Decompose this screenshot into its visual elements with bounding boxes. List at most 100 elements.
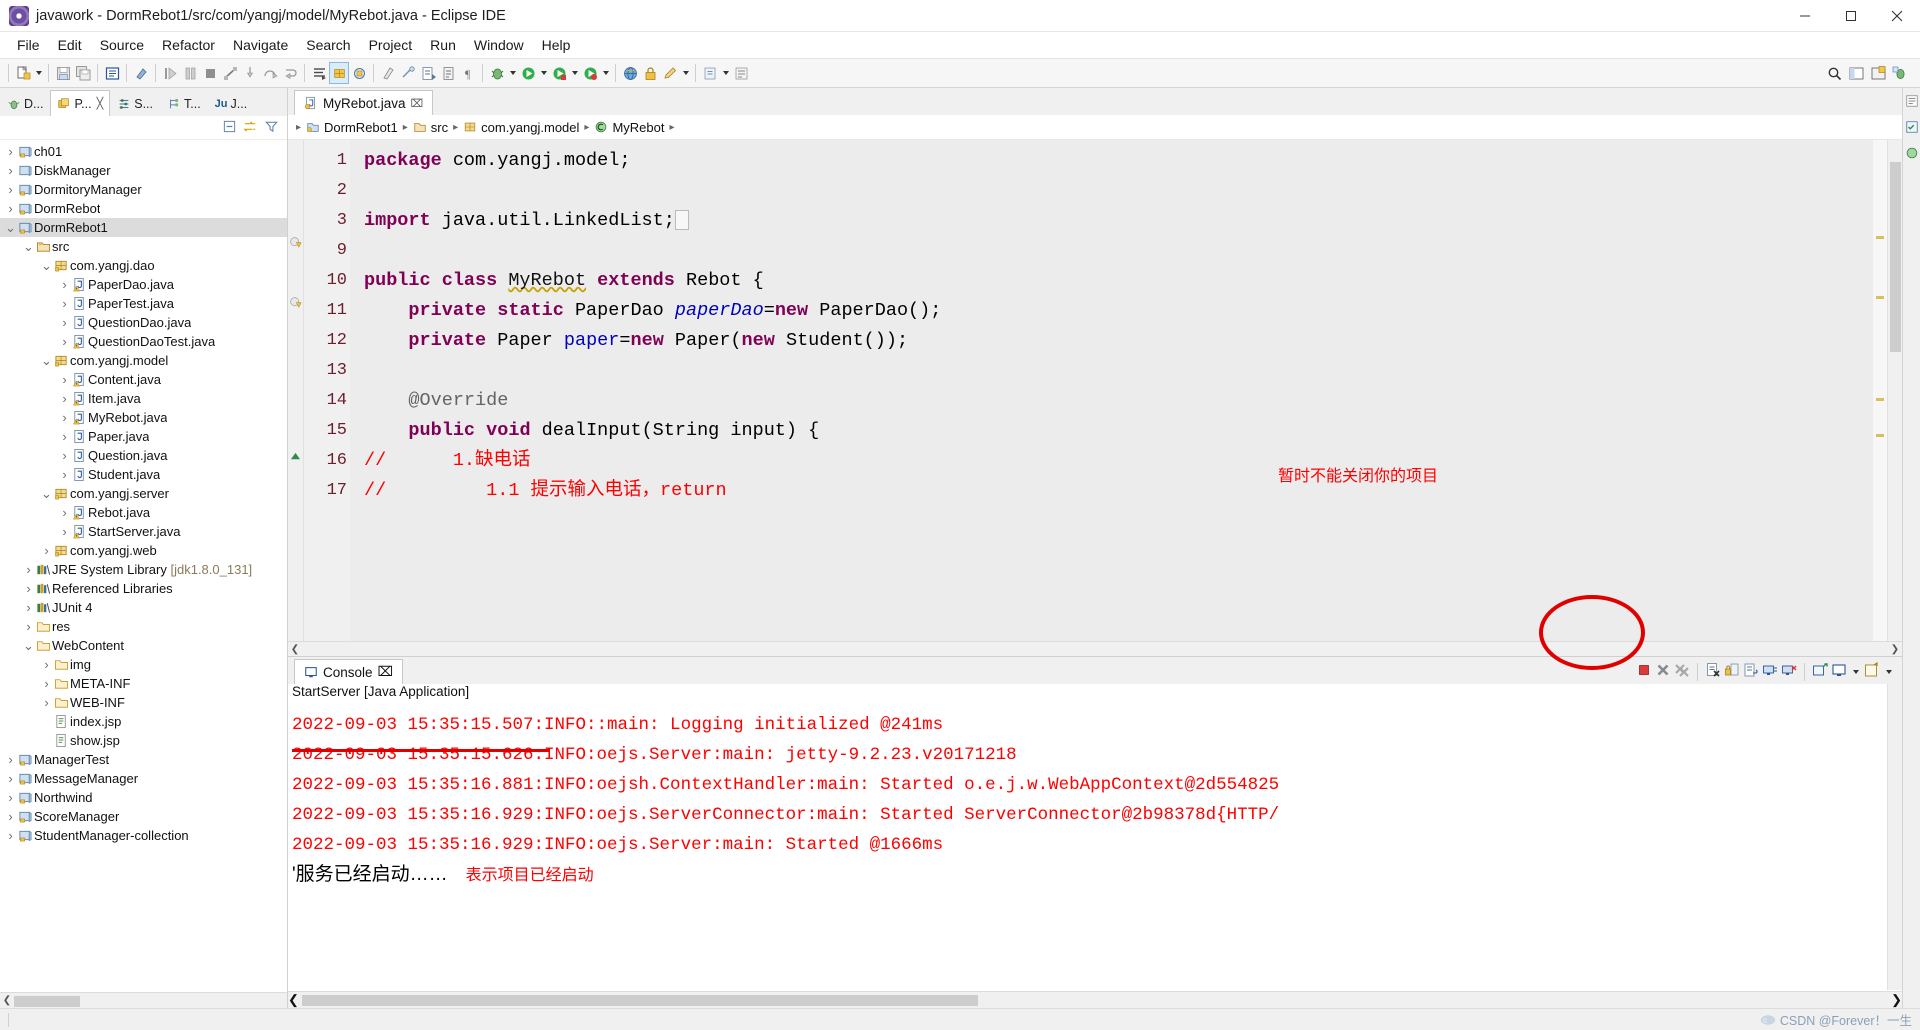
print-icon[interactable] <box>102 62 122 84</box>
console-vscrollbar[interactable] <box>1887 684 1902 990</box>
suspend-icon[interactable] <box>180 62 200 84</box>
edit-pencil-icon[interactable] <box>660 62 680 84</box>
expand-arrow-closed-icon[interactable]: › <box>4 809 17 824</box>
collapsed-imports-marker[interactable] <box>674 210 689 231</box>
editor-tab-close-icon[interactable]: ⌧ <box>411 97 424 110</box>
step-over-icon[interactable] <box>260 62 280 84</box>
tree-item[interactable]: › ch01 <box>0 142 287 161</box>
open-type-icon[interactable] <box>309 62 329 84</box>
task-dropdown[interactable] <box>720 62 731 84</box>
breadcrumb-item-src[interactable]: src <box>413 120 448 135</box>
new-wizard-icon[interactable] <box>13 62 33 84</box>
view-tab-servers[interactable]: S... <box>110 90 160 116</box>
tree-item[interactable]: ⌄ DormRebot1 <box>0 218 287 237</box>
warning-overview-mark[interactable] <box>1876 296 1884 299</box>
resume-icon[interactable] <box>160 62 180 84</box>
menu-window[interactable]: Window <box>465 34 533 56</box>
servers-view-icon[interactable] <box>1905 146 1919 163</box>
tree-item[interactable]: › Item.java <box>0 389 287 408</box>
expand-arrow-closed-icon[interactable]: › <box>4 790 17 805</box>
step-into-icon[interactable] <box>240 62 260 84</box>
tree-item[interactable]: ⌄ com.yangj.server <box>0 484 287 503</box>
view-tab-debug[interactable]: D... <box>0 90 50 116</box>
run-server-dropdown[interactable] <box>600 62 611 84</box>
expand-arrow-closed-icon[interactable]: › <box>58 467 71 482</box>
link-with-editor-icon[interactable] <box>243 119 258 137</box>
expand-arrow-closed-icon[interactable]: › <box>40 543 53 558</box>
step-return-icon[interactable] <box>280 62 300 84</box>
outline-view-icon[interactable] <box>1905 94 1919 111</box>
view-tab-junit[interactable]: Ju J... <box>208 90 255 116</box>
annotation-ruler[interactable] <box>288 140 304 641</box>
tree-item[interactable]: › Content.java <box>0 370 287 389</box>
display-selected-console-icon[interactable] <box>1831 662 1847 681</box>
expand-arrow-closed-icon[interactable]: › <box>4 144 17 159</box>
menu-search[interactable]: Search <box>297 34 359 56</box>
warning-overview-mark[interactable] <box>1876 236 1884 239</box>
warning-overview-mark[interactable] <box>1876 398 1884 401</box>
expand-arrow-closed-icon[interactable]: › <box>40 676 53 691</box>
search-project-icon[interactable] <box>398 62 418 84</box>
expand-arrow-closed-icon[interactable]: › <box>58 429 71 444</box>
outline-icon[interactable] <box>731 62 751 84</box>
view-tab-type-hierarchy[interactable]: T... <box>160 90 208 116</box>
web-browser-icon[interactable] <box>620 62 640 84</box>
java-perspective-button[interactable] <box>1846 62 1866 84</box>
expand-arrow-open-icon[interactable]: ⌄ <box>40 259 53 272</box>
marker-icon[interactable] <box>131 62 151 84</box>
view-tab-close-icon[interactable]: ╳ <box>97 97 104 110</box>
tree-item[interactable]: › com.yangj.web <box>0 541 287 560</box>
expand-arrow-closed-icon[interactable]: › <box>22 581 35 596</box>
open-console-icon[interactable] <box>1864 661 1880 681</box>
run-external-tools-icon[interactable] <box>549 62 569 84</box>
menu-project[interactable]: Project <box>360 34 422 56</box>
tree-item[interactable]: › MyRebot.java <box>0 408 287 427</box>
tree-item[interactable]: › ScoreManager <box>0 807 287 826</box>
tree-item[interactable]: › JUnit 4 <box>0 598 287 617</box>
overview-ruler[interactable] <box>1873 140 1887 641</box>
debug-dropdown[interactable] <box>507 62 518 84</box>
display-console-dropdown[interactable] <box>1850 661 1861 683</box>
save-icon[interactable] <box>53 62 73 84</box>
menu-source[interactable]: Source <box>91 34 153 56</box>
expand-arrow-closed-icon[interactable]: › <box>4 163 17 178</box>
tree-item[interactable]: › Student.java <box>0 465 287 484</box>
tree-item[interactable]: › PaperDao.java <box>0 275 287 294</box>
project-tree[interactable]: › ch01 › DiskManager › DormitoryManager › DormR… <box>0 140 287 992</box>
run-dropdown[interactable] <box>538 62 549 84</box>
tree-item[interactable]: › Referenced Libraries <box>0 579 287 598</box>
expand-arrow-closed-icon[interactable]: › <box>58 315 71 330</box>
tree-item[interactable]: › QuestionDao.java <box>0 313 287 332</box>
java-perspective-icon[interactable] <box>378 62 398 84</box>
expand-arrow-closed-icon[interactable]: › <box>4 182 17 197</box>
tree-item[interactable]: ⌄ src <box>0 237 287 256</box>
remove-launch-icon[interactable] <box>1655 662 1671 681</box>
lock-icon[interactable] <box>640 62 660 84</box>
expand-arrow-closed-icon[interactable]: › <box>58 296 71 311</box>
search-icon[interactable] <box>1824 62 1844 84</box>
view-tab-package-explorer[interactable]: P... ╳ <box>50 90 111 116</box>
terminate-icon[interactable] <box>200 62 220 84</box>
expand-arrow-open-icon[interactable]: ⌄ <box>4 221 17 234</box>
expand-arrow-closed-icon[interactable]: › <box>4 752 17 767</box>
menu-file[interactable]: File <box>8 34 49 56</box>
expand-arrow-open-icon[interactable]: ⌄ <box>40 354 53 367</box>
minimize-button[interactable] <box>1782 0 1828 32</box>
expand-arrow-closed-icon[interactable]: › <box>58 391 71 406</box>
expand-arrow-closed-icon[interactable]: › <box>4 828 17 843</box>
scroll-right-icon[interactable]: ❯ <box>1888 644 1902 655</box>
show-console-on-output-icon[interactable] <box>1762 662 1778 681</box>
scroll-left-icon[interactable]: ❮ <box>288 992 299 1008</box>
expand-arrow-closed-icon[interactable]: › <box>58 372 71 387</box>
previous-annotation-icon[interactable] <box>438 62 458 84</box>
expand-arrow-closed-icon[interactable]: › <box>22 562 35 577</box>
paragraph-mark-icon[interactable]: ¶ <box>458 62 478 84</box>
tree-item[interactable]: ⌄ com.yangj.dao <box>0 256 287 275</box>
overridden-method-marker-icon[interactable] <box>290 450 301 465</box>
editor-hscrollbar[interactable]: ❮ ❯ <box>288 641 1902 656</box>
word-wrap-icon[interactable] <box>1743 662 1759 681</box>
debug-perspective-icon[interactable] <box>1890 62 1910 84</box>
console-tab[interactable]: Console ⌧ <box>294 659 404 684</box>
editor-vscroll-thumb[interactable] <box>1890 162 1901 352</box>
menu-help[interactable]: Help <box>533 34 580 56</box>
